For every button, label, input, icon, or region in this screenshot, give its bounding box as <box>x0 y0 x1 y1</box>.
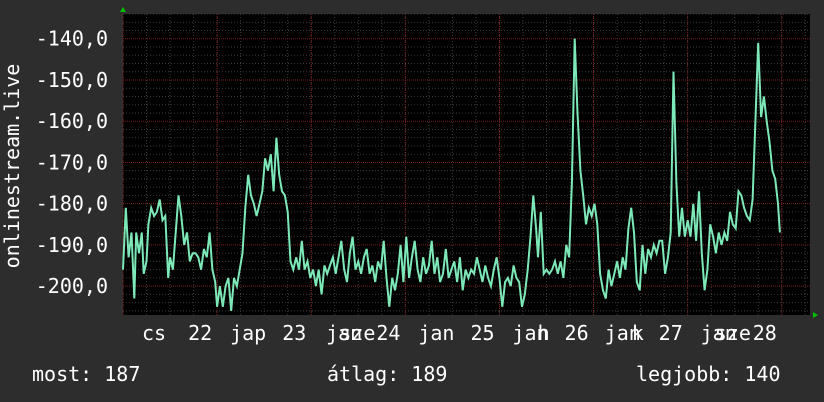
y-axis-label: onlinestream.live <box>0 64 24 269</box>
y-tick-label: -170,0 <box>36 150 108 174</box>
x-tick-label: jan <box>418 321 454 345</box>
x-tick-label: sze <box>339 321 375 345</box>
x-tick-label: 28 <box>753 321 777 345</box>
best-value-label: legjobb: 140 <box>636 362 781 386</box>
x-axis-ticks: cs 22 jap 23 jansze 24 jan 25 janh 26 jank 27 jansze… <box>142 321 777 345</box>
x-tick-label: jap <box>230 321 266 345</box>
x-tick-label: 25 <box>470 321 494 345</box>
x-tick-label: 27 <box>659 321 683 345</box>
y-tick-label: -200,0 <box>36 274 108 298</box>
y-axis-ticks: -140,0 -150,0 -160,0 -170,0 -180,0 -190,0 -200… <box>36 27 108 298</box>
y-axis-arrow-icon <box>120 7 126 12</box>
x-tick-label: cs <box>142 321 166 345</box>
y-tick-label: -160,0 <box>36 109 108 133</box>
x-tick-label: 22 <box>188 321 212 345</box>
y-tick-label: -180,0 <box>36 192 108 216</box>
x-tick-label: 24 <box>376 321 400 345</box>
x-tick-label: 23 <box>282 321 306 345</box>
x-tick-label: sze <box>715 321 751 345</box>
x-axis-arrow-icon <box>813 312 818 318</box>
x-tick-label: h <box>538 321 550 345</box>
y-tick-label: -140,0 <box>36 27 108 51</box>
x-tick-label: k <box>632 321 644 345</box>
average-value-label: átlag: 189 <box>327 362 448 386</box>
x-tick-label: 26 <box>565 321 589 345</box>
chart: -140,0 -150,0 -160,0 -170,0 -180,0 -190,0 -200… <box>0 7 818 345</box>
current-value-label: most: 187 <box>32 362 141 386</box>
y-tick-label: -190,0 <box>36 233 108 257</box>
y-tick-label: -150,0 <box>36 68 108 92</box>
